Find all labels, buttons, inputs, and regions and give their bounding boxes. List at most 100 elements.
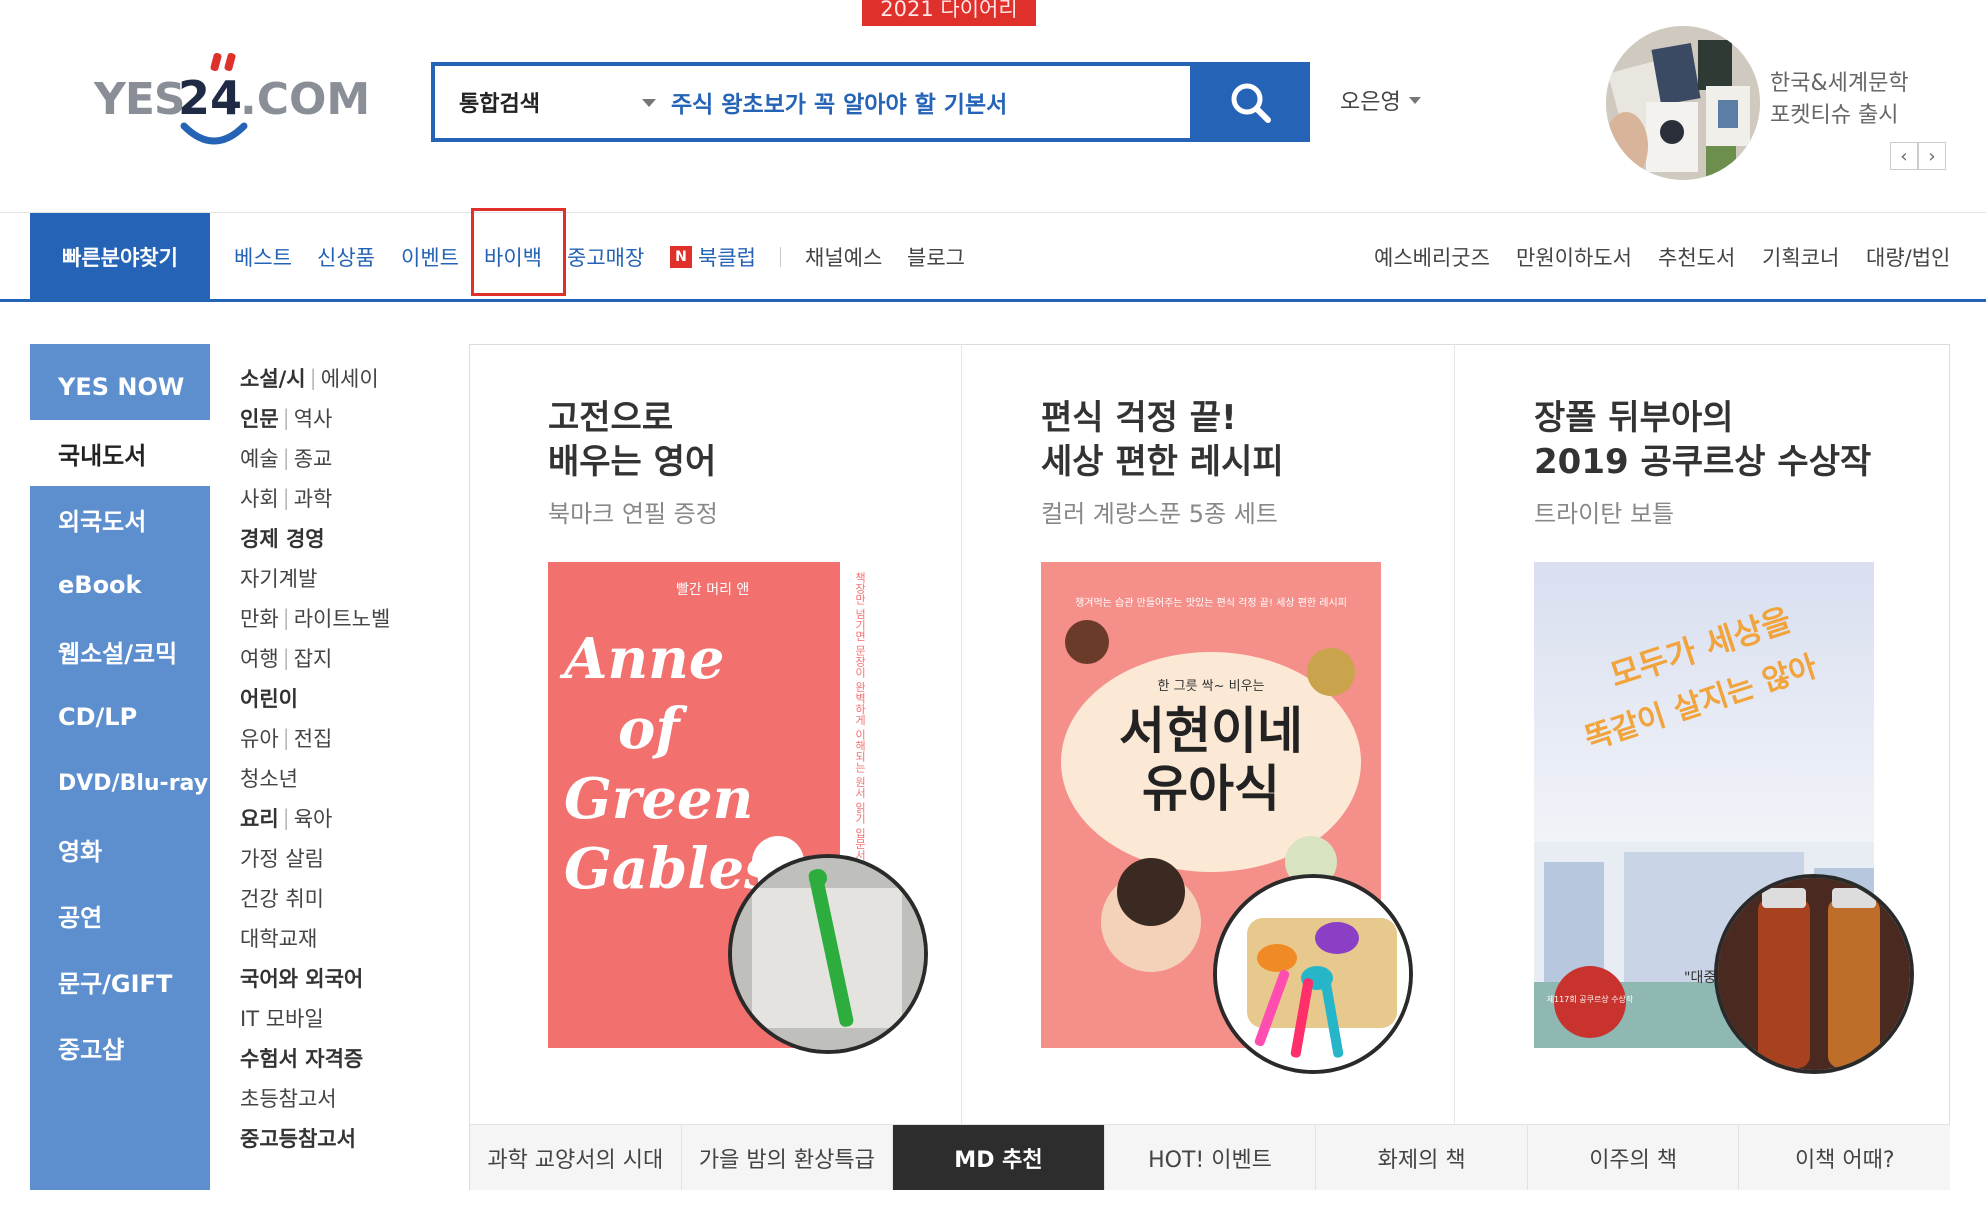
tab-how-about-this[interactable]: 이책 어때? [1739,1125,1950,1190]
subcategory-link[interactable]: 전집 [294,723,333,753]
svg-text:YES: YES [93,74,185,125]
subcategory-link[interactable]: 수험서 자격증 [240,1043,363,1073]
subcategory-link[interactable]: 건강 취미 [240,883,324,913]
gift-pencil-art [732,858,924,1050]
nav-item-new[interactable]: 신상품 [317,213,375,300]
nav-item-recommended[interactable]: 추천도서 [1658,213,1735,300]
cover-seal: 제117회 공쿠르상 수상작 [1547,994,1634,1004]
tab-science-books[interactable]: 과학 교양서의 시대 [470,1125,682,1190]
chevron-left-icon[interactable]: ‹ [1890,142,1918,170]
category-domestic-books[interactable]: 국내도서 [30,420,210,486]
feature-card-3[interactable]: 장폴 뒤부아의 2019 공쿠르상 수상작 트라이탄 보틀 모두가 세상을 똑같… [1456,344,1948,1124]
subcategory-link[interactable]: 라이트노벨 [294,603,391,633]
subcategory-link[interactable]: 역사 [294,403,333,433]
chevron-right-icon[interactable]: › [1918,142,1946,170]
search-query-text: 주식 왕초보가 꼭 알아야 할 기본서 [671,92,1008,118]
subcategory-link[interactable]: 여행 [240,643,279,673]
yes24-logo-image: YES 24 .COM [93,52,370,145]
subcategory-item: 요리 | 육아 [240,798,332,838]
nav-item-special-corner[interactable]: 기획코너 [1762,213,1839,300]
subcategory-item: 자기계발 [240,558,317,598]
subcategory-link[interactable]: 요리 [240,803,279,833]
nav-item-yes-very-goods[interactable]: 예스베리굿즈 [1374,213,1490,300]
feature-subtitle: 북마크 연필 증정 [548,500,718,528]
tab-trending-books[interactable]: 화제의 책 [1316,1125,1528,1190]
cover-word-2: of [618,696,688,762]
subcategory-link[interactable]: 국어와 외국어 [240,963,363,993]
nav-item-blog[interactable]: 블로그 [907,213,965,300]
user-menu[interactable]: 오은영 [1340,82,1421,118]
quick-category-button[interactable]: 빠른분야찾기 [30,213,210,300]
nav-item-best[interactable]: 베스트 [234,213,292,300]
promo-line-2: 포켓티슈 출시 [1770,103,1899,128]
cover-small-title: 빨간 머리 앤 [676,582,749,598]
tab-autumn-fantasy[interactable]: 가을 밤의 환상특급 [682,1125,894,1190]
nav-item-channel-yes[interactable]: 채널예스 [805,213,882,300]
subcategory-list: 소설/시 | 에세이 인문 | 역사 예술 | 종교 사회 | 과학 경제 경영 자기계발 만화 | 라이트노벨… [210,344,470,1190]
subcategory-link[interactable]: 가정 살림 [240,843,324,873]
category-stationery-gift[interactable]: 문구/GIFT [30,948,210,1014]
subcategory-link[interactable]: 청소년 [240,763,298,793]
category-webnovel-comic[interactable]: 웹소설/코믹 [30,618,210,684]
subcategory-link[interactable]: 어린이 [240,683,298,713]
nav-item-event[interactable]: 이벤트 [401,213,459,300]
nav-item-used-store[interactable]: 중고매장 [567,213,644,300]
nav-item-bulk-corporate[interactable]: 대량/법인 [1866,213,1950,300]
subcategory-link[interactable]: 육아 [294,803,333,833]
search-input[interactable]: 주식 왕초보가 꼭 알아야 할 기본서 [671,66,1191,138]
subcategory-divider: | [282,606,290,630]
feature-card-2[interactable]: 편식 걱정 끝! 세상 편한 레시피 컬러 계량스푼 5종 세트 챙겨먹는 습관… [963,344,1455,1124]
subcategory-link[interactable]: 소설/시 [240,363,306,393]
subcategory-link[interactable]: 중고등참고서 [240,1123,356,1153]
category-performance[interactable]: 공연 [30,882,210,948]
tab-md-pick[interactable]: MD 추천 [893,1125,1105,1190]
search-button[interactable] [1190,62,1310,142]
tab-book-of-week[interactable]: 이주의 책 [1528,1125,1740,1190]
cover-word-3: Green [564,766,753,832]
subcategory-link[interactable]: 자기계발 [240,563,317,593]
subcategory-link[interactable]: 잡지 [294,643,333,673]
gift-bookmark-pencil [728,854,928,1054]
nav-item-bookclub[interactable]: N 북클럽 [670,213,756,300]
feature-carousel: 고전으로 배우는 영어 북마크 연필 증정 빨간 머리 앤 Anne of Gr… [470,344,1950,1124]
subcategory-item: 소설/시 | 에세이 [240,358,379,398]
subcategory-divider: | [309,366,317,390]
promo-text[interactable]: 한국&세계문학 포켓티슈 출시 [1770,68,1909,132]
subcategory-link[interactable]: 유아 [240,723,279,753]
subcategory-divider: | [282,806,290,830]
subcategory-link[interactable]: IT 모바일 [240,1003,324,1033]
gift-measuring-spoons [1213,874,1413,1074]
subcategory-link[interactable]: 과학 [294,483,333,513]
subcategory-link[interactable]: 경제 경영 [240,523,325,553]
subcategory-link[interactable]: 종교 [294,443,333,473]
nav-item-under-10000[interactable]: 만원이하도서 [1516,213,1632,300]
subcategory-link[interactable]: 사회 [240,483,279,513]
category-sidebar: YES NOW 국내도서 외국도서 eBook 웹소설/코믹 CD/LP DVD… [30,344,210,1190]
search-category-select[interactable]: 통합검색 [459,66,659,138]
cover-word-1: Anne [559,626,725,692]
category-cd-lp[interactable]: CD/LP [30,684,210,750]
category-used-shop[interactable]: 중고샵 [30,1014,210,1080]
subcategory-link[interactable]: 만화 [240,603,279,633]
yes24-logo[interactable]: YES 24 .COM [92,50,372,160]
search-icon [1231,83,1271,123]
subcategory-divider: | [282,486,290,510]
nav-item-buyback[interactable]: 바이백 [484,213,542,300]
cover-word-4: Gables [564,836,776,902]
subcategory-link[interactable]: 예술 [240,443,279,473]
svg-text:24: 24 [178,71,242,125]
subcategory-item: 국어와 외국어 [240,958,363,998]
subcategory-link[interactable]: 초등참고서 [240,1083,337,1113]
subcategory-link[interactable]: 인문 [240,403,279,433]
subcategory-link[interactable]: 에세이 [321,363,379,393]
category-yes-now[interactable]: YES NOW [30,354,210,420]
feature-card-1[interactable]: 고전으로 배우는 영어 북마크 연필 증정 빨간 머리 앤 Anne of Gr… [470,344,962,1124]
category-ebook[interactable]: eBook [30,552,210,618]
category-foreign-books[interactable]: 외국도서 [30,486,210,552]
top-banner-diary[interactable]: 2021 다이어리 [862,0,1036,26]
category-movie[interactable]: 영화 [30,816,210,882]
promo-tissue-image[interactable] [1606,26,1760,180]
subcategory-link[interactable]: 대학교재 [240,923,317,953]
category-dvd-bluray[interactable]: DVD/Blu-ray [30,750,210,816]
tab-hot-event[interactable]: HOT! 이벤트 [1105,1125,1317,1190]
